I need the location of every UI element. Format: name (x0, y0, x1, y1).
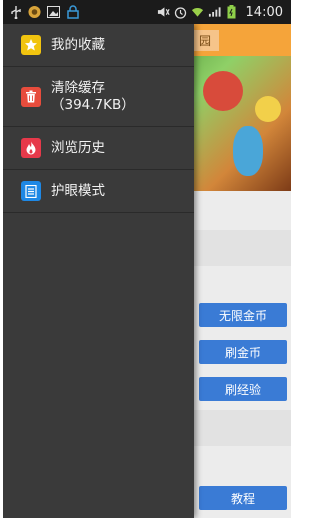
star-icon (21, 35, 41, 55)
banner-character (233, 126, 263, 176)
drawer-item-text: 清除缓存 （394.7KB） (51, 80, 135, 114)
navigation-drawer: 我的收藏 清除缓存 （394.7KB） 浏览历史 护眼模式 (3, 24, 194, 518)
signal-icon (208, 6, 221, 19)
trash-icon (21, 86, 41, 107)
status-bar: 14:00 (3, 0, 291, 24)
status-right-icons: 14:00 (157, 5, 291, 20)
drawer-item-label: 我的收藏 (51, 36, 105, 53)
drawer-item-label: 清除缓存 (51, 79, 105, 96)
banner-character (203, 71, 243, 111)
image-icon (47, 6, 60, 19)
drawer-item-eye-care[interactable]: 护眼模式 (3, 170, 194, 213)
app-icon (28, 5, 41, 19)
usb-icon (9, 5, 22, 19)
status-time: 14:00 (245, 4, 283, 20)
farm-exp-button[interactable]: 刷经验 (199, 377, 287, 401)
device-screen: 14:00 园 无限金币 刷金币 刷经验 教程 我的收藏 清除缓存 （394.7… (3, 0, 291, 518)
battery-icon (225, 5, 238, 19)
drawer-item-favorites[interactable]: 我的收藏 (3, 24, 194, 67)
drawer-item-history[interactable]: 浏览历史 (3, 127, 194, 170)
alarm-icon (174, 6, 187, 19)
cache-size-label: （394.7KB） (51, 96, 135, 113)
unlimited-coins-button[interactable]: 无限金币 (199, 303, 287, 327)
status-left-icons (3, 5, 79, 19)
farm-coins-button[interactable]: 刷金币 (199, 340, 287, 364)
banner-character (255, 96, 281, 122)
tutorial-button[interactable]: 教程 (199, 486, 287, 510)
drawer-item-clear-cache[interactable]: 清除缓存 （394.7KB） (3, 67, 194, 127)
mute-icon (157, 6, 170, 19)
drawer-item-label: 护眼模式 (51, 182, 105, 199)
header-tab[interactable]: 园 (191, 30, 220, 51)
wifi-icon (191, 6, 204, 19)
list-icon (21, 181, 41, 201)
drawer-item-label: 浏览历史 (51, 139, 105, 156)
lock-icon (66, 5, 79, 19)
fire-icon (21, 138, 41, 158)
